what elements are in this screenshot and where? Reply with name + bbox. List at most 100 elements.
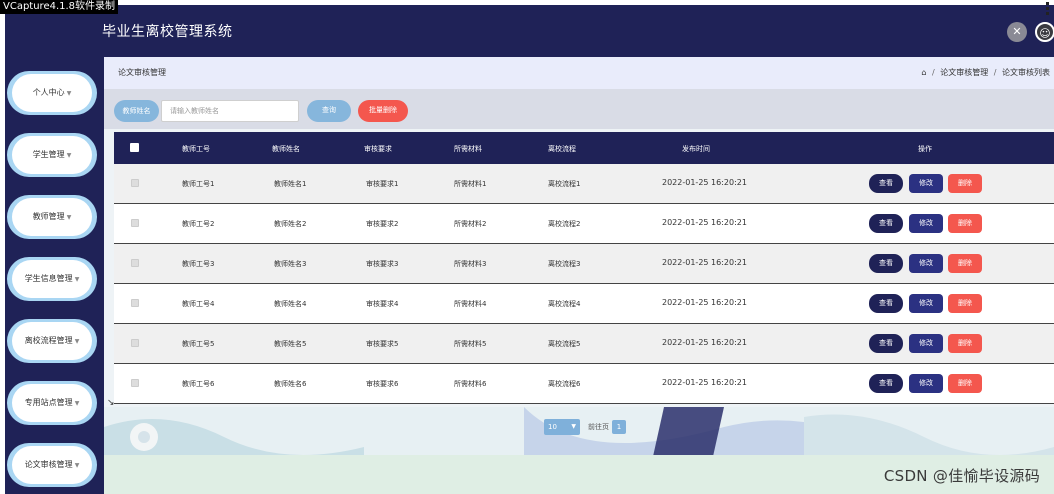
cell-teacher-id: 教师工号1 (182, 180, 215, 188)
sidebar-item-label: 论文审核管理 (24, 460, 73, 469)
cell-publish-time: 2022-01-25 16:20:21 (662, 298, 747, 307)
watermark: CSDN @佳愉毕设源码 (883, 467, 1040, 485)
sidebar-item-personal-center[interactable]: 个人中心 ▼ (7, 71, 97, 115)
delete-button[interactable]: 删除 (948, 374, 982, 393)
cell-requirement: 审核要求6 (366, 380, 399, 388)
sidebar-item-label: 学生信息管理 (24, 274, 73, 283)
sidebar-item-label: 学生管理 (32, 150, 65, 159)
top-bar: 毕业生离校管理系统 ✕ ☺ (5, 5, 1054, 57)
view-button[interactable]: 查看 (869, 374, 903, 393)
page-title: 论文审核管理 (118, 68, 166, 77)
view-button[interactable]: 查看 (869, 334, 903, 353)
mouse-cursor-icon: ↘ (107, 398, 115, 408)
column-header[interactable]: 教师工号 (182, 144, 210, 154)
column-header[interactable]: 发布时间 (682, 144, 710, 154)
chevron-down-icon: ▼ (74, 400, 80, 407)
cell-teacher-id: 教师工号6 (182, 380, 215, 388)
sidebar-item-leave-process[interactable]: 离校流程管理 ▼ (7, 319, 97, 363)
cell-material: 所需材料1 (454, 180, 487, 188)
edit-button[interactable]: 修改 (909, 294, 943, 313)
close-icon[interactable]: ✕ (1007, 22, 1027, 42)
chevron-down-icon: ▼ (571, 423, 576, 430)
breadcrumb: 论文审核管理 ⌂ / 论文审核管理 / 论文审核列表 (104, 57, 1054, 89)
more-icon[interactable] (1046, 2, 1050, 16)
app-title: 毕业生离校管理系统 (102, 24, 233, 40)
table-row: 教师工号3 教师姓名3 审核要求3 所需材料3 离校流程3 2022-01-25… (114, 244, 1054, 284)
column-header: 操作 (918, 145, 932, 153)
breadcrumb-item[interactable]: 论文审核管理 (940, 68, 988, 77)
delete-button[interactable]: 删除 (948, 254, 982, 273)
table-row: 教师工号6 教师姓名6 审核要求6 所需材料6 离校流程6 2022-01-25… (114, 364, 1054, 404)
cell-requirement: 审核要求1 (366, 180, 399, 188)
table-row: 教师工号4 教师姓名4 审核要求4 所需材料4 离校流程4 2022-01-25… (114, 284, 1054, 324)
cell-publish-time: 2022-01-25 16:20:21 (662, 218, 747, 227)
search-bar: 教师姓名 查询 批量删除 (104, 89, 1054, 129)
cell-flow: 离校流程5 (548, 340, 581, 348)
cell-publish-time: 2022-01-25 16:20:21 (662, 258, 747, 267)
cell-material: 所需材料5 (454, 340, 487, 348)
cell-teacher-id: 教师工号2 (182, 220, 215, 228)
view-button[interactable]: 查看 (869, 254, 903, 273)
edit-button[interactable]: 修改 (909, 214, 943, 233)
view-button[interactable]: 查看 (869, 174, 903, 193)
cell-teacher-name: 教师姓名5 (274, 340, 307, 348)
edit-button[interactable]: 修改 (909, 254, 943, 273)
table-row: 教师工号5 教师姓名5 审核要求5 所需材料5 离校流程5 2022-01-25… (114, 324, 1054, 364)
cell-material: 所需材料3 (454, 260, 487, 268)
chevron-down-icon: ▼ (66, 214, 72, 221)
row-checkbox[interactable] (131, 259, 139, 267)
view-button[interactable]: 查看 (869, 294, 903, 313)
column-header[interactable]: 所需材料 (454, 144, 482, 154)
home-icon[interactable]: ⌂ (921, 68, 926, 77)
row-checkbox[interactable] (131, 219, 139, 227)
row-checkbox[interactable] (131, 379, 139, 387)
chevron-down-icon: ▼ (74, 276, 80, 283)
cell-teacher-id: 教师工号4 (182, 300, 215, 308)
cell-teacher-name: 教师姓名6 (274, 380, 307, 388)
cell-flow: 离校流程4 (548, 300, 581, 308)
cell-material: 所需材料6 (454, 380, 487, 388)
chevron-down-icon: ▼ (66, 152, 72, 159)
column-header[interactable]: 教师姓名 (272, 144, 300, 154)
delete-button[interactable]: 删除 (948, 334, 982, 353)
query-button[interactable]: 查询 (307, 100, 351, 122)
delete-button[interactable]: 删除 (948, 294, 982, 313)
goto-page-label: 前往页 (588, 423, 609, 431)
view-button[interactable]: 查看 (869, 214, 903, 233)
cell-teacher-id: 教师工号3 (182, 260, 215, 268)
sidebar-item-sites[interactable]: 专用站点管理 ▼ (7, 381, 97, 425)
teacher-name-input[interactable] (161, 100, 299, 122)
cell-requirement: 审核要求4 (366, 300, 399, 308)
chevron-down-icon: ▼ (66, 90, 72, 97)
cell-publish-time: 2022-01-25 16:20:21 (662, 338, 747, 347)
sidebar-item-label: 个人中心 (32, 88, 65, 97)
column-header[interactable]: 审核要求 (364, 144, 392, 154)
app-window: VCapture4.1.8软件录制 毕业生离校管理系统 ✕ ☺ 个人中心 ▼ 学生… (0, 0, 1054, 494)
page-number-input[interactable]: 1 (612, 420, 626, 434)
sidebar-item-students[interactable]: 学生管理 ▼ (7, 133, 97, 177)
row-checkbox[interactable] (131, 339, 139, 347)
cell-flow: 离校流程6 (548, 380, 581, 388)
row-checkbox[interactable] (131, 299, 139, 307)
select-all-checkbox[interactable] (130, 143, 139, 152)
sidebar-item-label: 教师管理 (32, 212, 65, 221)
edit-button[interactable]: 修改 (909, 334, 943, 353)
edit-button[interactable]: 修改 (909, 374, 943, 393)
sidebar-item-teachers[interactable]: 教师管理 ▼ (7, 195, 97, 239)
sidebar-item-thesis-review[interactable]: 论文审核管理 ▼ (7, 443, 97, 487)
delete-button[interactable]: 删除 (948, 174, 982, 193)
sidebar-item-label: 离校流程管理 (24, 336, 73, 345)
user-icon[interactable]: ☺ (1035, 22, 1054, 42)
cell-publish-time: 2022-01-25 16:20:21 (662, 378, 747, 387)
row-checkbox[interactable] (131, 179, 139, 187)
edit-button[interactable]: 修改 (909, 174, 943, 193)
delete-button[interactable]: 删除 (948, 214, 982, 233)
breadcrumb-path: ⌂ / 论文审核管理 / 论文审核列表 (921, 68, 1050, 77)
sidebar-item-student-info[interactable]: 学生信息管理 ▼ (7, 257, 97, 301)
cell-teacher-name: 教师姓名2 (274, 220, 307, 228)
batch-delete-button[interactable]: 批量删除 (358, 100, 408, 122)
cell-material: 所需材料4 (454, 300, 487, 308)
cell-teacher-name: 教师姓名3 (274, 260, 307, 268)
page-size-select[interactable]: 10 ▼ (544, 419, 580, 435)
teacher-name-label: 教师姓名 (114, 100, 159, 122)
